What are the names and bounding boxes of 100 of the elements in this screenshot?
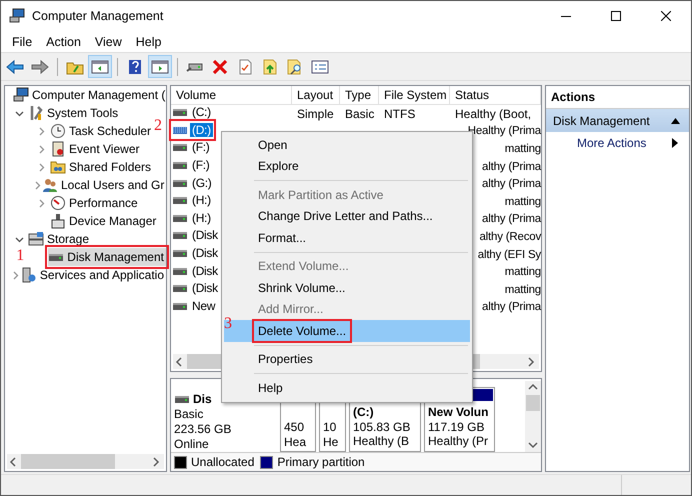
column-header[interactable]: Status bbox=[450, 86, 541, 105]
table-cell: althy (Recov bbox=[479, 230, 541, 243]
menu-item[interactable]: Action bbox=[39, 32, 88, 50]
expand-icon[interactable] bbox=[11, 270, 20, 280]
menu-item[interactable]: File bbox=[5, 32, 40, 50]
list-item[interactable]: (G:) bbox=[172, 174, 214, 191]
tree-item[interactable]: System Tools bbox=[28, 104, 120, 122]
partition-text: He bbox=[323, 434, 340, 449]
scroll-thumb[interactable] bbox=[526, 395, 540, 411]
tree-item[interactable]: Computer Management ( bbox=[13, 86, 168, 104]
column-header[interactable]: File System bbox=[379, 86, 450, 105]
list-item[interactable]: (Disk bbox=[172, 245, 220, 262]
menu-item[interactable]: View bbox=[88, 32, 129, 50]
scroll-right-icon[interactable] bbox=[527, 356, 537, 366]
computer-icon bbox=[9, 8, 25, 24]
tree-item[interactable]: Task Scheduler bbox=[50, 122, 154, 140]
maximize-icon bbox=[611, 11, 621, 21]
section-header[interactable]: Disk Management bbox=[546, 109, 689, 132]
partition-text: 450 bbox=[284, 420, 306, 434]
list-item[interactable]: (F:) bbox=[172, 139, 212, 156]
table-cell: althy (Prima bbox=[482, 213, 541, 226]
list-item[interactable]: (H:) bbox=[172, 210, 213, 226]
scroll-right-icon[interactable] bbox=[152, 456, 162, 466]
toolbar-button[interactable] bbox=[148, 55, 172, 78]
users-icon bbox=[42, 177, 58, 193]
tree-item[interactable]: Services and Applicatio bbox=[20, 266, 166, 284]
back-arrow-icon bbox=[6, 58, 24, 74]
expand-icon[interactable] bbox=[37, 162, 46, 172]
list-item[interactable]: New bbox=[172, 298, 218, 314]
partition-title: New Volun bbox=[428, 405, 490, 420]
table-cell: matting bbox=[504, 266, 541, 278]
tree-item[interactable]: Storage bbox=[28, 230, 92, 248]
close-icon bbox=[661, 11, 671, 21]
expand-icon[interactable] bbox=[37, 144, 46, 154]
scroll-down-icon[interactable] bbox=[528, 440, 538, 450]
table-cell: matting bbox=[504, 196, 541, 208]
callout-number: 3 bbox=[224, 315, 232, 333]
expand-icon[interactable] bbox=[37, 126, 46, 136]
panel-icon bbox=[151, 58, 169, 74]
list-item[interactable]: (F:) bbox=[172, 157, 212, 174]
partition-text: Healthy (B bbox=[353, 434, 410, 448]
callout-number: 1 bbox=[16, 247, 24, 265]
table-cell-text: Simple bbox=[296, 106, 335, 121]
panel-icon bbox=[91, 58, 109, 74]
list-icon bbox=[311, 58, 329, 74]
column-header[interactable]: Type bbox=[340, 86, 379, 105]
tree-item[interactable]: Device Manager bbox=[50, 212, 158, 230]
disk-size: 223.56 GB bbox=[174, 422, 232, 437]
expand-icon[interactable] bbox=[33, 180, 42, 190]
list-item[interactable]: (Disk bbox=[172, 280, 220, 296]
column-header[interactable]: Volume bbox=[171, 86, 292, 105]
table-cell-text: NTFS bbox=[383, 106, 416, 121]
menu-item[interactable]: Explore bbox=[255, 157, 302, 176]
disk-type: Basic bbox=[174, 407, 204, 422]
menu-item[interactable]: Format... bbox=[255, 228, 310, 247]
collapse-icon[interactable] bbox=[15, 108, 24, 118]
clock-icon bbox=[50, 123, 66, 139]
tree-item[interactable]: Shared Folders bbox=[50, 158, 154, 176]
window-title: Computer Management bbox=[32, 9, 164, 23]
partition-text: 105.83 GB bbox=[353, 420, 412, 434]
horizontal-scrollbar[interactable] bbox=[7, 454, 164, 469]
menu-item[interactable]: Change Drive Letter and Paths... bbox=[255, 207, 436, 226]
toolbar-button[interactable] bbox=[88, 55, 112, 78]
table-cell-text: Basic bbox=[344, 106, 376, 121]
table-cell: matting bbox=[504, 142, 541, 155]
list-item[interactable]: (C:) bbox=[172, 104, 213, 120]
tree-item[interactable]: Local Users and Gr bbox=[42, 176, 166, 194]
partition-title: (C:) bbox=[353, 405, 375, 420]
menu-item[interactable]: Help bbox=[128, 32, 168, 50]
expand-icon[interactable] bbox=[37, 198, 46, 208]
partition-text: Hea bbox=[284, 434, 308, 449]
list-item[interactable]: (Disk bbox=[172, 227, 220, 244]
collapse-icon[interactable] bbox=[671, 118, 680, 124]
folder-icon bbox=[50, 159, 66, 175]
partition-text: Healthy (Pr bbox=[428, 434, 490, 448]
column-header[interactable]: Layout bbox=[292, 86, 340, 105]
list-item[interactable]: (Disk bbox=[172, 262, 220, 279]
table-cell: althy (Prima bbox=[482, 160, 541, 173]
partition-text: 10 bbox=[323, 420, 338, 434]
callout-number: 2 bbox=[154, 116, 162, 135]
folder-arrow-icon bbox=[261, 58, 279, 74]
list-item[interactable]: (H:) bbox=[172, 192, 213, 208]
tree-item[interactable]: Performance bbox=[50, 194, 140, 212]
help-icon bbox=[126, 58, 144, 74]
delete-icon bbox=[211, 58, 229, 74]
submenu-arrow-icon bbox=[672, 138, 678, 148]
log-icon bbox=[50, 141, 66, 157]
tree-item[interactable]: Event Viewer bbox=[50, 140, 142, 158]
menu-item[interactable]: Shrink Volume... bbox=[255, 278, 348, 297]
legend-label: Unallocated bbox=[191, 455, 254, 469]
disk-status: Online bbox=[174, 437, 210, 452]
legend-label: Primary partition bbox=[277, 455, 365, 469]
menu-item[interactable]: Open bbox=[255, 136, 290, 154]
table-cell: Healthy (Prima bbox=[468, 125, 541, 138]
list-item[interactable]: (D:) bbox=[172, 122, 213, 138]
action-link[interactable]: More Actions bbox=[577, 136, 646, 150]
menu-item[interactable]: Properties bbox=[255, 350, 316, 368]
collapse-icon[interactable] bbox=[15, 234, 24, 244]
vertical-scrollbar[interactable] bbox=[525, 381, 541, 452]
storage-icon bbox=[28, 231, 44, 247]
